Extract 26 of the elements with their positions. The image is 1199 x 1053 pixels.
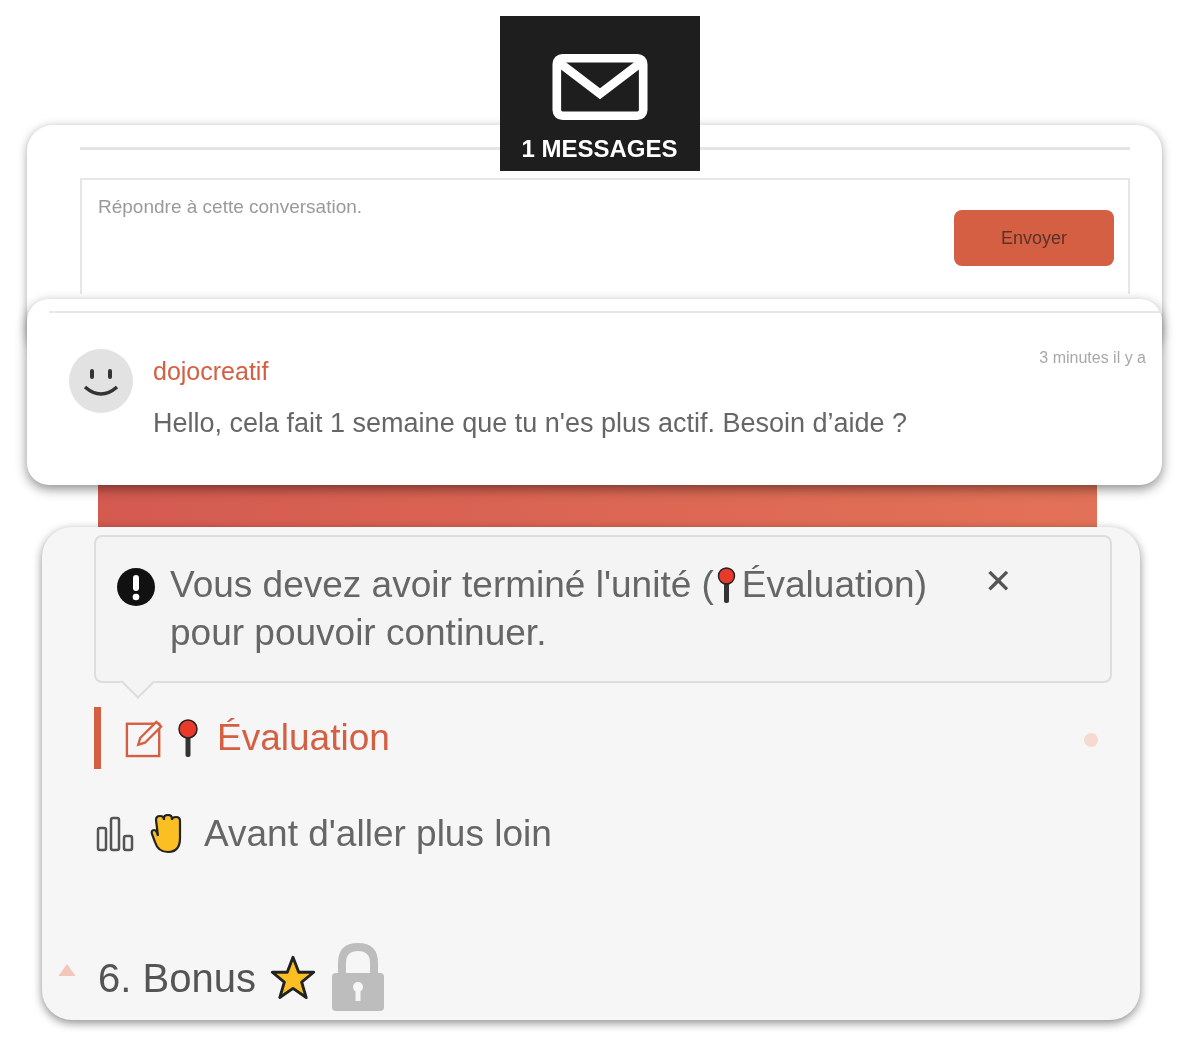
send-button[interactable]: Envoyer [954,210,1114,266]
message-text: Hello, cela fait 1 semaine que tu n'es plus actif. Besoin d’aide ? [153,408,909,439]
unit-label: Avant d'aller plus loin [204,813,552,855]
smiley-avatar-icon [69,349,133,413]
author-name[interactable]: dojocreatif [153,357,269,386]
messages-title: 1 MESSAGES [521,135,678,163]
unit-label: Évaluation [217,717,390,759]
pushpin-icon [177,718,199,758]
reply-placeholder: Répondre à cette conversation. [98,196,363,218]
alert-message: Évaluation) [741,563,927,607]
star-icon [269,955,316,1001]
bar-chart-icon [96,816,136,852]
alert-message: Vous devez avoir terminé l'unité ( [170,563,714,607]
envelope-icon [551,53,648,121]
message-time: 3 minutes il y a [1039,349,1146,367]
status-dot [1084,733,1098,747]
alert-message: pour pouvoir continuer. [170,611,547,655]
reply-field[interactable]: Répondre à cette conversation. Envoyer [80,178,1130,294]
section-title[interactable]: 6. Bonus [98,955,256,1001]
unit-item[interactable]: Évaluation [94,707,1094,769]
pushpin-icon [715,565,736,605]
close-button[interactable]: ✕ [984,561,1013,601]
collapse-arrow-icon[interactable] [58,964,76,976]
exclamation-icon [116,567,156,607]
edit-icon [125,717,163,759]
unit-item[interactable]: Avant d'aller plus loin [94,803,1094,865]
